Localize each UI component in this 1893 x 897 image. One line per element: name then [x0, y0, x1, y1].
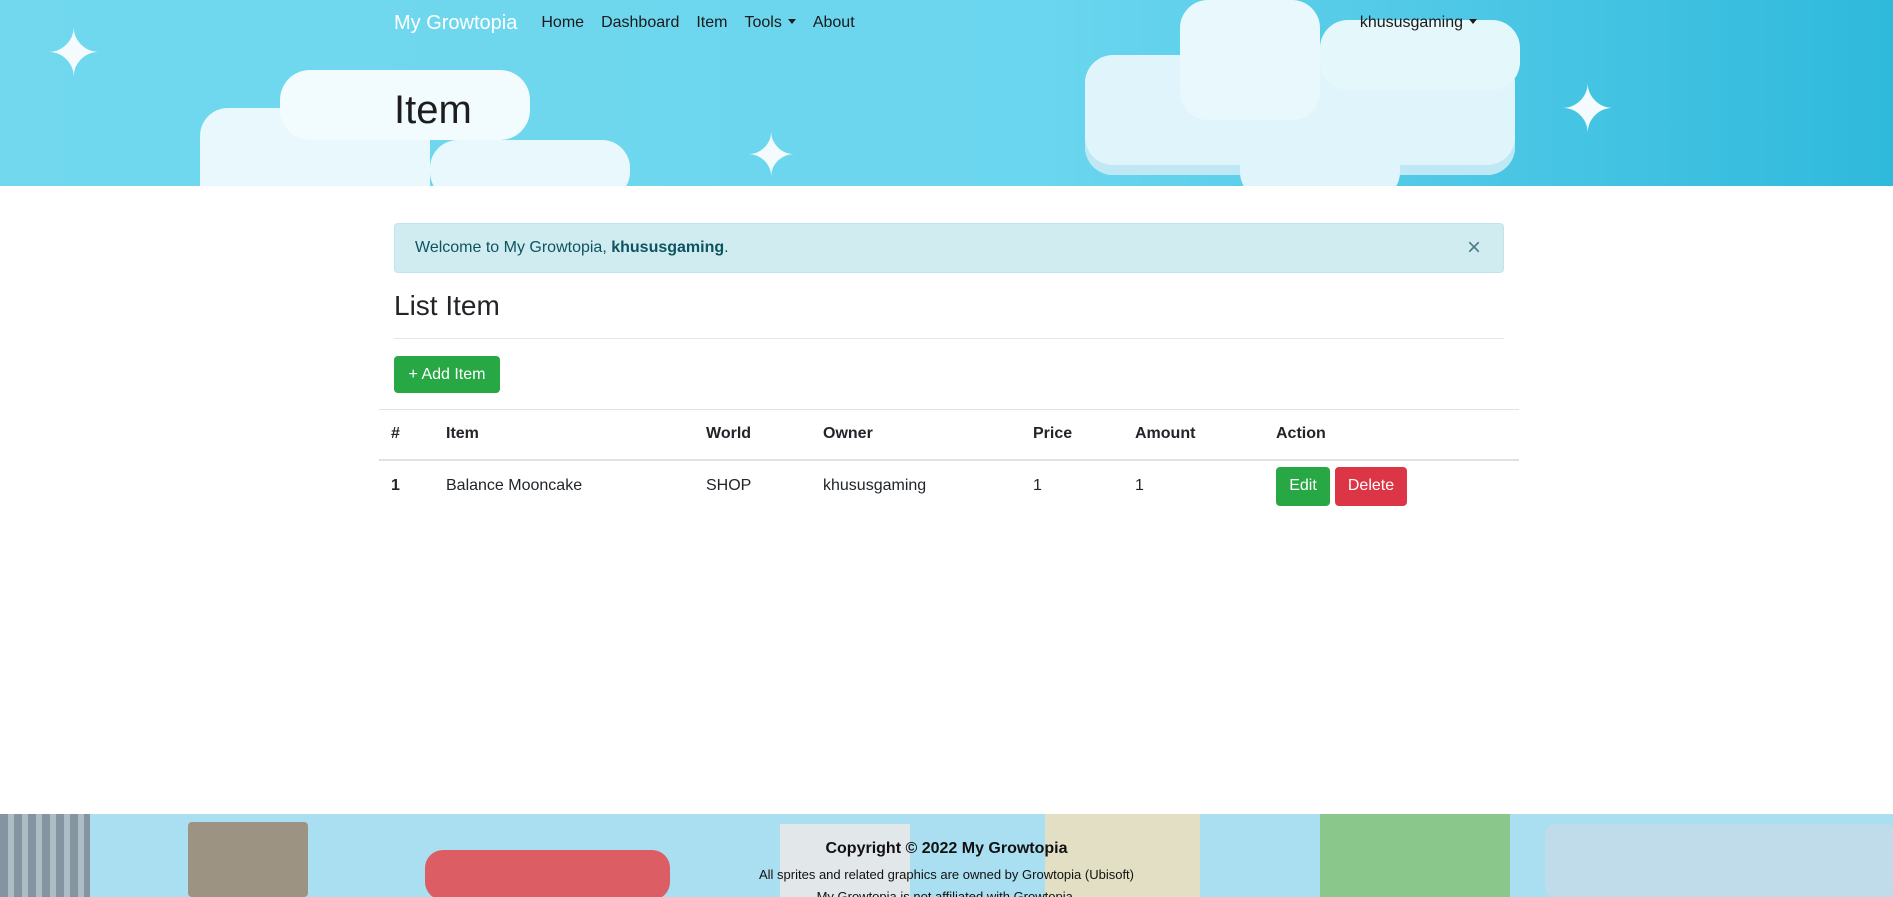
- sparkle-icon: ✦: [46, 16, 102, 90]
- page-title: Item: [394, 88, 472, 132]
- nav-about[interactable]: About: [813, 14, 855, 32]
- column-header-action: Action: [1276, 425, 1326, 443]
- nav-dashboard[interactable]: Dashboard: [601, 14, 679, 32]
- divider: [394, 338, 1504, 339]
- nav-home[interactable]: Home: [541, 14, 584, 32]
- welcome-alert: Welcome to My Growtopia, khususgaming. ×: [394, 223, 1504, 273]
- add-item-button[interactable]: + Add Item: [394, 356, 500, 393]
- alert-username: khususgaming: [611, 239, 725, 256]
- pixel-art-decoration: [780, 824, 910, 897]
- column-header-price: Price: [1033, 425, 1073, 443]
- cell-item: Balance Mooncake: [446, 477, 583, 494]
- top-navbar: My Growtopia Home Dashboard Item Tools A…: [394, 0, 1504, 46]
- chevron-down-icon: [1469, 19, 1477, 24]
- cloud-decoration: [430, 140, 630, 186]
- section-title: List Item: [394, 290, 500, 321]
- items-table: # Item World Owner Price Amount Action 1…: [379, 409, 1519, 512]
- footer-affiliation-note: My Growtopia is not affiliated with Grow…: [816, 889, 1077, 897]
- hero-banner: ✦ ✦ ✦ My Growtopia Home Dashboard Item T…: [0, 0, 1893, 186]
- cell-price: 1: [1033, 477, 1042, 494]
- column-header-item: Item: [446, 425, 479, 443]
- nav-tools-label: Tools: [744, 14, 782, 31]
- footer-copyright: Copyright © 2022 My Growtopia: [825, 840, 1068, 857]
- brand-link[interactable]: My Growtopia: [394, 12, 517, 35]
- page-footer: Copyright © 2022 My Growtopia All sprite…: [0, 814, 1893, 897]
- column-header-amount: Amount: [1135, 425, 1196, 443]
- sparkle-icon: ✦: [746, 122, 797, 186]
- cell-actions: Edit Delete: [1264, 460, 1519, 512]
- row-actions: Edit Delete: [1276, 466, 1507, 506]
- alert-suffix: .: [724, 239, 729, 256]
- edit-button[interactable]: Edit: [1276, 466, 1330, 506]
- column-header-owner: Owner: [823, 425, 873, 443]
- pixel-art-decoration: [1545, 824, 1893, 897]
- footer-ownership-note: All sprites and related graphics are own…: [758, 867, 1134, 882]
- column-header-world: World: [706, 425, 752, 443]
- nav-tools-dropdown[interactable]: Tools: [744, 14, 796, 32]
- chevron-down-icon: [787, 19, 796, 24]
- nav-item[interactable]: Item: [696, 14, 727, 32]
- delete-button[interactable]: Delete: [1335, 466, 1407, 506]
- cell-owner: khususgaming: [823, 477, 927, 494]
- cell-world: SHOP: [706, 477, 752, 494]
- cell-number: 1: [391, 477, 400, 494]
- sparkle-icon: ✦: [1560, 72, 1616, 146]
- close-icon[interactable]: ×: [1467, 236, 1481, 260]
- table-row: 1 Balance Mooncake SHOP khususgaming 1 1…: [379, 460, 1519, 512]
- table-header-row: # Item World Owner Price Amount Action: [379, 409, 1519, 460]
- user-menu-label: khususgaming: [1359, 14, 1463, 31]
- pixel-art-decoration: [188, 822, 308, 897]
- cloud-decoration: [1240, 140, 1400, 186]
- column-header-number: #: [391, 425, 400, 443]
- cell-amount: 1: [1135, 477, 1144, 494]
- user-menu-dropdown[interactable]: khususgaming: [1360, 14, 1477, 32]
- alert-prefix: Welcome to My Growtopia,: [415, 239, 607, 256]
